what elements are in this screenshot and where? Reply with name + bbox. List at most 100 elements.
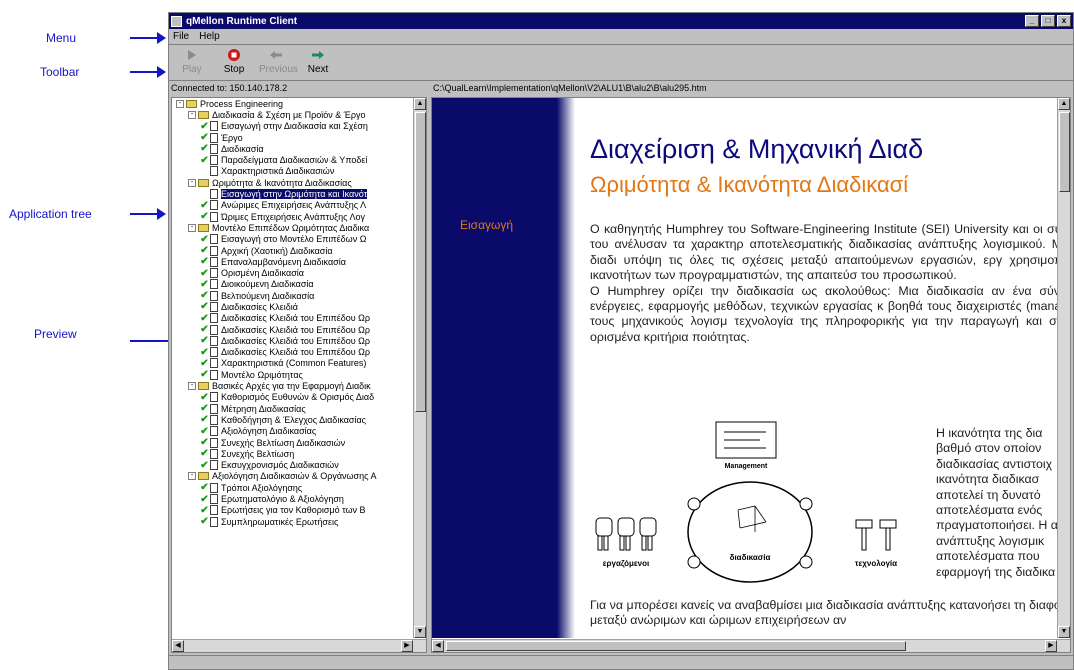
- stop-button[interactable]: Stop: [217, 48, 251, 75]
- folder-icon: [198, 178, 209, 187]
- previous-button[interactable]: Previous: [259, 48, 298, 75]
- tree-item-label: Διοικούμενη Διαδικασία: [221, 279, 314, 290]
- tree-item[interactable]: ✔ Συνεχής Βελτίωση: [172, 448, 414, 459]
- tree-item[interactable]: ✔ Αξιολόγηση Διαδικασίας: [172, 426, 414, 437]
- tree-item[interactable]: ✔ Διαδικασίες Κλειδιά του Επιπέδου Ωρ: [172, 324, 414, 335]
- expander-icon[interactable]: -: [188, 110, 196, 119]
- minimize-button[interactable]: _: [1025, 15, 1039, 27]
- tree-item[interactable]: ✔ Καθορισμός Ευθυνών & Ορισμός Διαδ: [172, 392, 414, 403]
- tree-item[interactable]: ✔ Ερωτηματολόγιο & Αξιολόγηση: [172, 493, 414, 505]
- tree-item[interactable]: ✔ Συνεχής Βελτίωση Διαδικασιών: [172, 437, 414, 448]
- checkmark-icon: ✔: [200, 504, 209, 516]
- document-icon: [210, 279, 218, 290]
- tree-item[interactable]: ✔ Μέτρηση Διαδικασίας: [172, 403, 414, 414]
- checkmark-icon: ✔: [200, 357, 209, 369]
- tree-item[interactable]: ✔ Διαδικασίες Κλειδιά του Επιπέδου Ωρ: [172, 335, 414, 346]
- tree-item[interactable]: ✔ Διοικούμενη Διαδικασία: [172, 279, 414, 290]
- expander-icon[interactable]: -: [188, 223, 196, 232]
- scroll-right-icon[interactable]: ▶: [1045, 640, 1057, 652]
- checkmark-icon: ✔: [200, 324, 209, 336]
- expander-icon[interactable]: -: [188, 382, 196, 391]
- scroll-up-icon[interactable]: ▲: [1058, 98, 1070, 110]
- tree-item[interactable]: ✔ Ερωτήσεις για τον Καθορισμό των Β: [172, 505, 414, 516]
- tree-vertical-scrollbar[interactable]: ▲ ▼: [413, 98, 426, 638]
- tree-item[interactable]: - Αξιολόγηση Διαδικασιών & Οργάνωσης Α: [172, 471, 414, 482]
- tree-item-label: Συνεχής Βελτίωση Διαδικασιών: [221, 437, 346, 448]
- title-bar: qMellon Runtime Client _ □ x: [169, 13, 1073, 29]
- tree-item[interactable]: ✔ Παραδείγματα Διαδικασιών & Υποδεί: [172, 154, 414, 166]
- tree-item[interactable]: ✔ Ορισμένη Διαδικασία: [172, 267, 414, 279]
- checkmark-icon: ✔: [200, 256, 209, 268]
- previous-label: Previous: [259, 64, 298, 75]
- tree-horizontal-scrollbar[interactable]: ◀ ▶: [172, 639, 426, 652]
- expander-icon[interactable]: -: [176, 99, 184, 108]
- tree-item[interactable]: ✔ Διαδικασίες Κλειδιά: [172, 301, 414, 312]
- tree-item[interactable]: ✔ Εισαγωγή στην Διαδικασία και Σχέση: [172, 121, 414, 132]
- tree-item-label: Διαδικασία & Σχέση με Προϊόν & Έργο: [212, 109, 366, 120]
- back-arrow-icon: [259, 48, 293, 62]
- workers-icon: [595, 517, 657, 551]
- tree-item[interactable]: ✔ Χαρακτηριστικά (Common Features): [172, 358, 414, 369]
- tree-item-label: Εισαγωγή στην Ωριμότητα και Ικανότ: [221, 189, 368, 200]
- scroll-down-icon[interactable]: ▼: [1058, 626, 1070, 638]
- close-button[interactable]: x: [1057, 15, 1071, 27]
- play-button[interactable]: Play: [175, 48, 209, 75]
- document-icon: [210, 245, 218, 256]
- maximize-button[interactable]: □: [1041, 15, 1055, 27]
- technology-icon: [855, 519, 897, 551]
- nav-item-introduction[interactable]: Εισαγωγή: [460, 218, 513, 232]
- tree-item[interactable]: ✔ Μοντέλο Ωριμότητας: [172, 369, 414, 380]
- menu-file[interactable]: File: [173, 31, 189, 42]
- tree-item[interactable]: - Process Engineering: [172, 98, 414, 109]
- tree-scroll-thumb[interactable]: [415, 112, 426, 412]
- checkmark-icon: ✔: [200, 132, 209, 144]
- tree-item[interactable]: ✔ Διαδικασίες Κλειδιά του Επιπέδου Ωρ: [172, 347, 414, 358]
- preview-horizontal-scrollbar[interactable]: ◀ ▶: [432, 639, 1070, 652]
- checkmark-icon: ✔: [200, 143, 209, 155]
- tree-item-label: Μέτρηση Διαδικασίας: [221, 403, 306, 414]
- tree-item[interactable]: Χαρακτηριστικά Διαδικασιών: [172, 166, 414, 177]
- next-button[interactable]: Next: [301, 48, 335, 75]
- document-icon: [210, 494, 218, 505]
- scroll-down-icon[interactable]: ▼: [414, 626, 426, 638]
- tree-item[interactable]: ✔ Τρόποι Αξιολόγησης: [172, 482, 414, 493]
- scroll-left-icon[interactable]: ◀: [432, 640, 444, 652]
- tree-item[interactable]: ✔ Αρχική (Χαοτική) Διαδικασία: [172, 245, 414, 256]
- scroll-up-icon[interactable]: ▲: [414, 98, 426, 110]
- tree-item[interactable]: ✔ Διαδικασίες Κλειδιά του Επιπέδου Ωρ: [172, 313, 414, 324]
- scroll-right-icon[interactable]: ▶: [401, 640, 413, 652]
- tree-item[interactable]: ✔ Βελτιούμενη Διαδικασία: [172, 290, 414, 301]
- application-tree: - Process Engineering - Διαδικασία & Σχέση …: [171, 97, 427, 653]
- tree-item[interactable]: - Βασικές Αρχές για την Εφαρμογή Διαδικ: [172, 380, 414, 391]
- expander-icon[interactable]: -: [188, 178, 196, 187]
- scroll-left-icon[interactable]: ◀: [172, 640, 184, 652]
- preview-scroll-thumb[interactable]: [1059, 112, 1070, 192]
- connection-status: Connected to: 150.140.178.2: [171, 83, 288, 93]
- tree-item[interactable]: Εισαγωγή στην Ωριμότητα και Ικανότ: [172, 188, 414, 200]
- tree-item[interactable]: ✔ Εισαγωγή στο Μοντέλο Επιπέδων Ω: [172, 234, 414, 245]
- tree-item[interactable]: - Μοντέλο Επιπέδων Ωριμότητας Διαδικα: [172, 222, 414, 233]
- folder-icon: [198, 110, 209, 119]
- checkmark-icon: ✔: [200, 335, 209, 347]
- menu-help[interactable]: Help: [199, 31, 220, 42]
- tree-item[interactable]: ✔ Συμπληρωματικές Ερωτήσεις: [172, 516, 414, 527]
- play-label: Play: [182, 64, 202, 75]
- tree-item[interactable]: ✔ Επαναλαμβανόμενη Διαδικασία: [172, 256, 414, 267]
- document-icon: [210, 335, 218, 346]
- checkmark-icon: ✔: [200, 516, 209, 528]
- tree-item[interactable]: ✔ Εκσυγχρονισμός Διαδικασιών: [172, 460, 414, 471]
- tree-item[interactable]: - Διαδικασία & Σχέση με Προϊόν & Έργο: [172, 109, 414, 120]
- tree-item[interactable]: ✔ Διαδικασία: [172, 143, 414, 154]
- document-path: C:\QualLearn\Implementation\qMellon\V2\A…: [433, 83, 707, 93]
- preview-hscroll-thumb[interactable]: [446, 641, 906, 651]
- tree-item[interactable]: - Ωριμότητα & Ικανότητα Διαδικασίας: [172, 177, 414, 188]
- document-icon: [210, 505, 218, 516]
- document-icon: [210, 369, 218, 380]
- tree-item[interactable]: ✔ Έργο: [172, 132, 414, 143]
- checkmark-icon: ✔: [200, 312, 209, 324]
- tree-item[interactable]: ✔ Καθοδήγηση & Έλεγχος Διαδικασίας: [172, 414, 414, 425]
- preview-vertical-scrollbar[interactable]: ▲ ▼: [1057, 98, 1070, 638]
- tree-item[interactable]: ✔ Ώριμες Επιχειρήσεις Ανάπτυξης Λογ: [172, 211, 414, 222]
- expander-icon[interactable]: -: [188, 472, 196, 481]
- tree-item[interactable]: ✔ Ανώριμες Επιχειρήσεις Ανάπτυξης Λ: [172, 200, 414, 211]
